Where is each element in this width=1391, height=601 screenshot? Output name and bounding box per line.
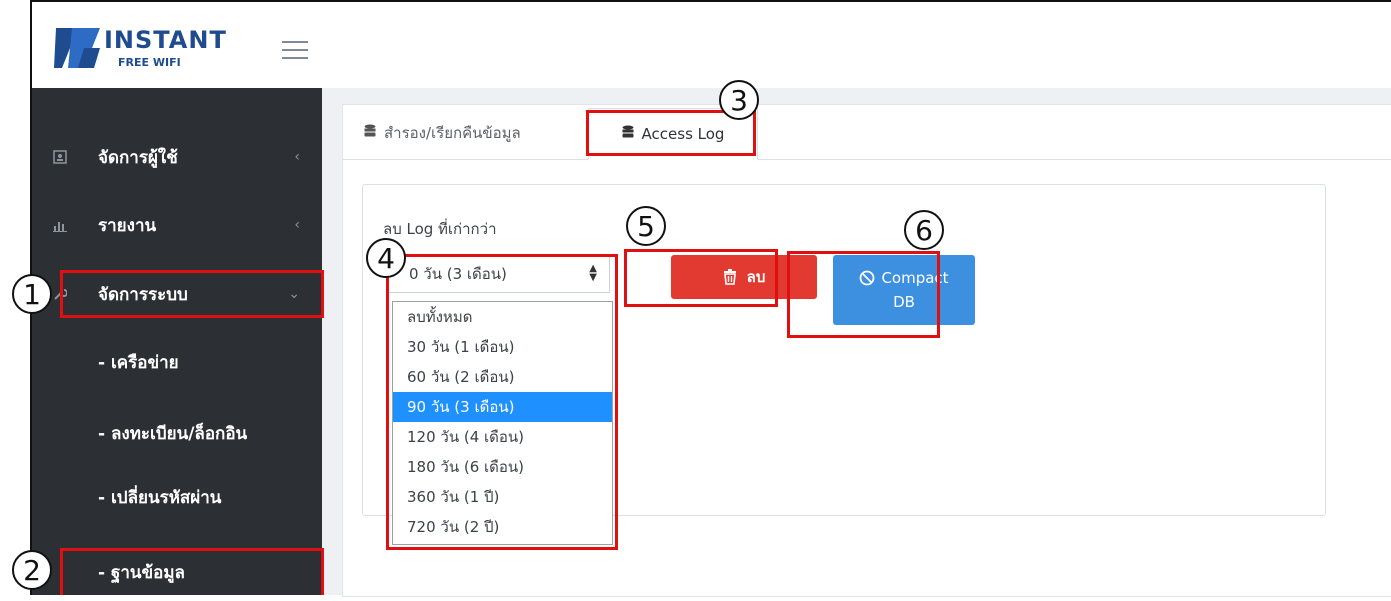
retention-dropdown-list: ลบทั้งหมด 30 วัน (1 เดือน) 60 วัน (2 เดื…	[392, 301, 613, 545]
dropdown-option[interactable]: ลบทั้งหมด	[393, 302, 612, 332]
tab-backup-restore[interactable]: สำรอง/เรียกคืนข้อมูล	[342, 108, 594, 158]
sidebar-subitem-label: - เครือข่าย	[98, 352, 179, 373]
sort-arrows-icon: ▲ ▼	[589, 263, 597, 283]
sidebar-item-label: จัดการระบบ	[98, 284, 188, 305]
sidebar-subitem-login[interactable]: - ลงทะเบียน/ล็อกอิน	[32, 404, 322, 462]
tab-bar: สำรอง/เรียกคืนข้อมูล Access Log	[342, 108, 1391, 160]
dropdown-option-selected[interactable]: 90 วัน (3 เดือน)	[393, 392, 612, 422]
delete-button[interactable]: ลบ	[671, 255, 817, 299]
sidebar: จัดการผู้ใช้ ‹ รายงาน ‹ จัดการระบบ ⌄ - เ…	[32, 88, 322, 595]
logo-name: INSTANT	[104, 26, 227, 54]
wrench-icon	[52, 286, 68, 302]
sidebar-subitem-label: - เปลี่ยนรหัสผ่าน	[98, 487, 222, 508]
sidebar-item-reports[interactable]: รายงาน ‹	[32, 196, 322, 254]
sidebar-subitem-network[interactable]: - เครือข่าย	[32, 333, 322, 391]
sidebar-subitem-database[interactable]: - ฐานข้อมูล	[32, 543, 322, 601]
callout-4: 4	[366, 238, 406, 278]
database-icon	[622, 125, 634, 143]
callout-6: 6	[904, 210, 944, 250]
logo-icon	[54, 28, 100, 68]
menu-toggle-icon[interactable]	[282, 41, 308, 61]
dropdown-option[interactable]: 120 วัน (4 เดือน)	[393, 422, 612, 452]
ban-icon	[860, 270, 875, 286]
callout-3: 3	[719, 80, 759, 120]
callout-1: 1	[12, 274, 52, 314]
select-value: 0 วัน (3 เดือน)	[409, 265, 507, 283]
chevron-down-icon: ⌄	[288, 286, 300, 302]
trash-icon	[723, 269, 736, 285]
sidebar-item-label: รายงาน	[98, 215, 157, 236]
delete-button-label: ลบ	[746, 268, 766, 286]
logo-subtitle: FREE WIFI	[118, 56, 181, 69]
retention-select[interactable]: 0 วัน (3 เดือน) ▲ ▼	[388, 255, 610, 293]
top-bar: INSTANT FREE WIFI	[32, 2, 1391, 89]
chevron-left-icon: ‹	[294, 149, 300, 165]
sidebar-item-system[interactable]: จัดการระบบ ⌄	[32, 265, 322, 323]
chevron-left-icon: ‹	[294, 217, 300, 233]
user-card-icon	[52, 149, 68, 165]
dropdown-option[interactable]: 60 วัน (2 เดือน)	[393, 362, 612, 392]
callout-5: 5	[626, 206, 666, 246]
bar-chart-icon	[52, 217, 68, 233]
sidebar-item-users[interactable]: จัดการผู้ใช้ ‹	[32, 128, 322, 186]
sidebar-subitem-label: - ลงทะเบียน/ล็อกอิน	[98, 423, 248, 444]
database-icon	[364, 124, 376, 142]
compact-button-label-2: DB	[893, 293, 915, 311]
dropdown-option[interactable]: 720 วัน (2 ปี)	[393, 512, 612, 542]
dropdown-option[interactable]: 30 วัน (1 เดือน)	[393, 332, 612, 362]
tab-label: สำรอง/เรียกคืนข้อมูล	[384, 124, 521, 142]
dropdown-option[interactable]: 180 วัน (6 เดือน)	[393, 452, 612, 482]
delete-log-label: ลบ Log ที่เก่ากว่า	[383, 220, 497, 238]
compact-db-button[interactable]: Compact DB	[833, 255, 975, 325]
tab-label: Access Log	[641, 125, 725, 143]
sidebar-subitem-password[interactable]: - เปลี่ยนรหัสผ่าน	[32, 468, 322, 526]
sidebar-subitem-label: - ฐานข้อมูล	[98, 562, 185, 583]
sidebar-item-label: จัดการผู้ใช้	[98, 147, 178, 168]
callout-2: 2	[12, 550, 52, 590]
dropdown-option[interactable]: 360 วัน (1 ปี)	[393, 482, 612, 512]
compact-button-label: Compact	[881, 269, 949, 287]
